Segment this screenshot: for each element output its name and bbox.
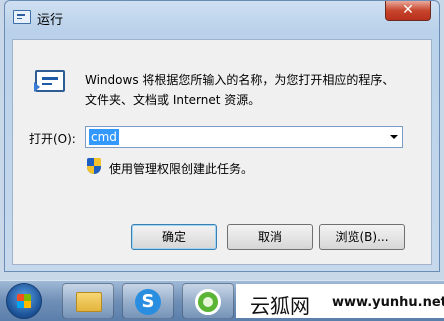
start-button[interactable] (6, 283, 42, 319)
green-app-icon (195, 289, 221, 315)
watermark-url: www.yunhu.net (332, 295, 444, 310)
dropdown-arrow-icon[interactable] (390, 135, 398, 139)
run-app-icon (13, 10, 31, 24)
browse-button[interactable]: 浏览(B)... (319, 224, 405, 250)
dialog-description: Windows 将根据您所输入的名称，为您打开相应的程序、文件夹、文档或 Int… (85, 73, 395, 107)
open-label: 打开(O): (29, 132, 76, 146)
dialog-body: Windows 将根据您所输入的名称，为您打开相应的程序、文件夹、文档或 Int… (12, 39, 432, 265)
watermark-brand: 云狐网 (250, 294, 310, 318)
cancel-button[interactable]: 取消 (227, 224, 313, 250)
run-program-icon (34, 70, 65, 92)
windows-logo-icon (17, 294, 31, 308)
taskbar-sogou-button[interactable]: S (122, 283, 174, 319)
open-combobox[interactable]: cmd (85, 126, 403, 148)
close-button[interactable]: ✕ (385, 1, 431, 21)
title-bar[interactable]: 运行 ✕ (5, 1, 439, 31)
open-input-value[interactable]: cmd (89, 129, 119, 145)
sogou-icon: S (135, 289, 161, 315)
folder-icon (76, 292, 102, 312)
admin-privilege-note: 使用管理权限创建此任务。 (109, 162, 254, 176)
taskbar-explorer-button[interactable] (62, 283, 114, 319)
ok-button[interactable]: 确定 (131, 224, 217, 250)
watermark: 云狐网 www.yunhu.net (236, 284, 444, 318)
taskbar-green-app-button[interactable] (182, 283, 234, 319)
uac-shield-icon (87, 158, 101, 174)
run-dialog-window: 运行 ✕ Windows 将根据您所输入的名称，为您打开相应的程序、文件夹、文档… (4, 0, 440, 272)
window-title: 运行 (37, 13, 64, 28)
